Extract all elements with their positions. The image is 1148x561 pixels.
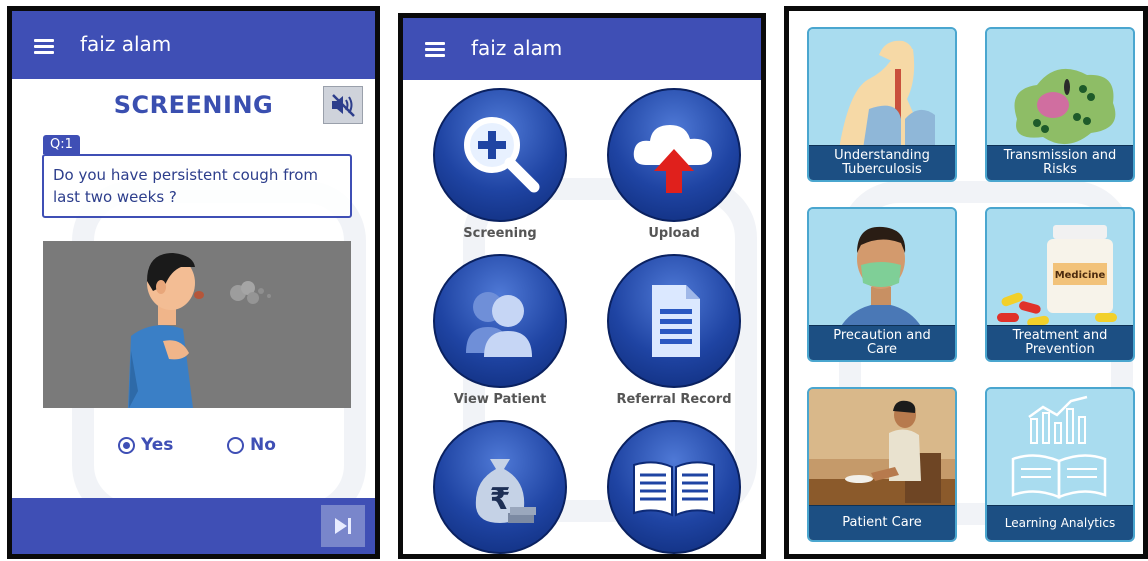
caption-line-2: Risks [1043, 162, 1077, 177]
caption-line-2: Care [866, 342, 898, 357]
card-caption: Patient Care [809, 505, 955, 540]
hamburger-menu-icon[interactable] [34, 39, 54, 54]
magnifier-plus-icon [464, 117, 540, 193]
man-coughing-illustration [43, 241, 351, 408]
user-name: faiz alam [471, 36, 563, 60]
radio-selected-icon [118, 436, 135, 454]
tile-payments[interactable]: ₹ [430, 420, 570, 554]
caption-line-1: Patient Care [842, 515, 922, 530]
question-text: Do you have persistent cough from last t… [42, 154, 352, 218]
tile-learning[interactable] [604, 420, 744, 554]
card-caption: Precaution and Care [809, 325, 955, 360]
card-patient-care[interactable]: Patient Care [807, 387, 957, 542]
card-learning-analytics[interactable]: Learning Analytics [985, 387, 1135, 542]
radio-unselected-icon [227, 436, 244, 454]
card-caption: Transmission and Risks [987, 145, 1133, 180]
user-name: faiz alam [80, 32, 172, 56]
main-menu-screen: faiz alam Screening Upload View Patient … [398, 13, 766, 559]
cloud-upload-icon [633, 125, 712, 193]
card-understanding-tuberculosis[interactable]: Understanding Tuberculosis [807, 27, 957, 182]
option-yes-label: Yes [141, 435, 174, 455]
skip-next-icon [335, 518, 351, 534]
tile-screening[interactable]: Screening [430, 88, 570, 241]
tile-referral-record[interactable]: Referral Record [604, 254, 744, 407]
app-bar: faiz alam [12, 11, 375, 79]
caption-line-1: Transmission and [1003, 148, 1117, 163]
app-bar: faiz alam [403, 18, 761, 80]
screening-screen: faiz alam SCREENING Q:1 Do you have pers… [7, 6, 380, 559]
tile-label: Screening [463, 226, 537, 241]
rupee-money-bag-icon: ₹ [475, 459, 536, 523]
card-treatment-prevention[interactable]: Medicine Treatment and Prevention [985, 207, 1135, 362]
speaker-muted-icon [332, 94, 355, 117]
bottom-bar [12, 498, 375, 554]
hamburger-menu-icon[interactable] [425, 42, 445, 57]
open-book-icon [633, 461, 715, 517]
caption-line-1: Learning Analytics [1004, 516, 1116, 530]
card-transmission-risks[interactable]: Transmission and Risks [985, 27, 1135, 182]
caption-line-2: Tuberculosis [842, 162, 922, 177]
page-title: SCREENING [113, 91, 274, 119]
next-button[interactable] [321, 505, 365, 547]
caption-line-1: Treatment and [1012, 328, 1108, 343]
caption-line-1: Understanding [834, 148, 930, 163]
medicine-bottle-label: Medicine [1055, 270, 1106, 281]
card-precaution-care[interactable]: Precaution and Care [807, 207, 957, 362]
tile-view-patient[interactable]: View Patient [430, 254, 570, 407]
option-no-label: No [250, 435, 276, 455]
card-caption: Learning Analytics [987, 505, 1133, 540]
caption-line-1: Precaution and [833, 328, 931, 343]
option-no[interactable]: No [227, 435, 276, 455]
tile-label: Upload [648, 226, 700, 241]
tile-label: View Patient [453, 392, 547, 407]
svg-text:₹: ₹ [490, 482, 511, 517]
patient-icon [466, 292, 532, 357]
tile-upload[interactable]: Upload [604, 88, 744, 241]
caption-line-2: Prevention [1025, 342, 1095, 357]
option-yes[interactable]: Yes [118, 435, 173, 455]
learning-modules-screen: Understanding Tuberculosis Transmission a… [784, 6, 1148, 559]
question-number-badge: Q:1 [43, 135, 80, 154]
tile-label: Referral Record [616, 392, 732, 407]
card-caption: Understanding Tuberculosis [809, 145, 955, 180]
card-caption: Treatment and Prevention [987, 325, 1133, 360]
document-icon [652, 285, 700, 357]
mute-button[interactable] [323, 86, 363, 124]
